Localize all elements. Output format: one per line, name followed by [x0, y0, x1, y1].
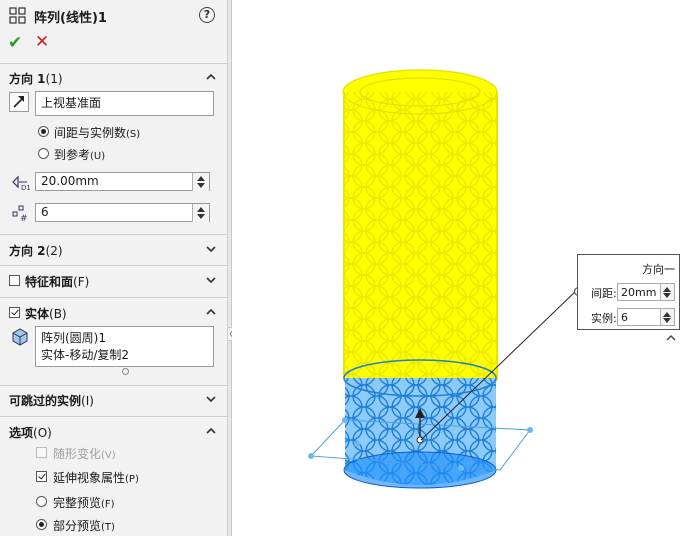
chevron-down-icon[interactable]: [206, 276, 216, 285]
radio-spacing-instances-label: 间距与实例数(S): [54, 126, 141, 140]
features-faces-title: 特征和面: [25, 275, 74, 289]
callout-title: 方向一: [642, 263, 675, 276]
direction1-header[interactable]: 方向 1(1): [9, 70, 63, 87]
linear-pattern-icon: [9, 7, 26, 24]
radio-full-preview-label: 完整预览(F): [53, 496, 115, 510]
spacing-value: 20.00mm: [41, 174, 99, 188]
divider: [0, 385, 228, 386]
reverse-direction-icon[interactable]: [9, 92, 29, 112]
spacing-icon: D1: [12, 175, 30, 192]
spacing-input[interactable]: 20.00mm: [35, 172, 210, 191]
propagate-visual-label: 延伸视象属性(P): [53, 471, 139, 485]
instances-input[interactable]: 6: [35, 203, 210, 222]
vary-sketch-checkbox[interactable]: [36, 447, 47, 458]
property-manager: 阵列(线性)1 ? ✔ ✕ 方向 1(1) 上视基准面 间距与实例数(S) 到参…: [0, 0, 228, 536]
bodies-title: 实体: [25, 307, 50, 321]
spacing-spinner[interactable]: [192, 173, 209, 191]
instances-spinner[interactable]: [192, 204, 209, 222]
propagate-visual-checkbox[interactable]: [36, 471, 47, 482]
divider: [0, 297, 228, 298]
ok-button[interactable]: ✔: [8, 33, 22, 53]
cancel-button[interactable]: ✕: [35, 32, 49, 52]
bodies-list[interactable]: 阵列(圆周)1 实体-移动/复制2: [35, 326, 214, 367]
direction1-reference-field[interactable]: 上视基准面: [35, 91, 214, 116]
radio-up-to-reference-label: 到参考(U): [54, 148, 106, 162]
radio-spacing-instances[interactable]: [38, 126, 49, 137]
divider: [0, 416, 228, 417]
skip-instances-title: 可跳过的实例: [9, 394, 82, 408]
skip-instances-accel: (I): [81, 394, 94, 408]
direction1-reference-value: 上视基准面: [41, 96, 102, 110]
pattern-preview-yellow: [342, 69, 498, 382]
bodies-accel: (B): [49, 307, 67, 321]
skip-instances-header[interactable]: 可跳过的实例(I): [9, 392, 94, 409]
options-title: 选项: [9, 426, 34, 440]
list-item[interactable]: 实体-移动/复制2: [41, 346, 129, 363]
radio-partial-preview[interactable]: [36, 519, 47, 530]
svg-text:D1: D1: [21, 184, 30, 192]
chevron-down-icon[interactable]: [206, 245, 216, 254]
direction2-header[interactable]: 方向 2(2): [9, 242, 63, 259]
divider: [0, 265, 228, 266]
direction1-accel: (1): [45, 72, 63, 86]
direction-callout: 方向一 间距: 20mm 实例: 6: [577, 254, 680, 330]
callout-count-value: 6: [621, 311, 628, 324]
callout-spacing-label: 间距:: [591, 287, 617, 300]
features-faces-accel: (F): [73, 275, 90, 289]
callout-spacing-value: 20mm: [621, 286, 657, 299]
radio-up-to-reference[interactable]: [38, 148, 49, 159]
options-header[interactable]: 选项(O): [9, 424, 52, 441]
chevron-down-icon[interactable]: [206, 395, 216, 404]
options-accel: (O): [33, 426, 52, 440]
chevron-up-icon[interactable]: [206, 308, 216, 317]
chevron-up-icon[interactable]: [206, 73, 216, 82]
callout-collapse-icon[interactable]: [666, 334, 676, 341]
vary-sketch-label: 随形变化(V): [53, 447, 116, 461]
divider: [0, 63, 228, 64]
features-faces-header[interactable]: 特征和面(F): [25, 273, 89, 290]
solid-body-icon: [12, 328, 28, 346]
divider: [0, 234, 228, 235]
bodies-checkbox[interactable]: [9, 307, 20, 318]
direction1-title: 方向 1: [9, 72, 46, 86]
list-item[interactable]: 阵列(圆周)1: [41, 329, 106, 346]
help-icon[interactable]: ?: [199, 7, 215, 23]
page-title: 阵列(线性)1: [34, 11, 107, 26]
features-faces-checkbox[interactable]: [9, 275, 20, 286]
callout-count-input[interactable]: 6: [617, 308, 675, 326]
callout-count-spinner[interactable]: [660, 309, 674, 325]
list-resize-handle[interactable]: [122, 368, 129, 375]
chevron-up-icon[interactable]: [206, 427, 216, 436]
direction2-accel: (2): [45, 244, 63, 258]
callout-spacing-spinner[interactable]: [660, 284, 674, 300]
instances-icon: #: [12, 205, 28, 223]
property-manager-header: 阵列(线性)1 ?: [0, 0, 228, 30]
svg-text:#: #: [20, 214, 28, 223]
radio-full-preview[interactable]: [36, 496, 47, 507]
bodies-header[interactable]: 实体(B): [25, 305, 67, 322]
instances-value: 6: [41, 205, 49, 219]
callout-spacing-input[interactable]: 20mm: [617, 283, 675, 301]
callout-count-label: 实例:: [591, 312, 617, 325]
direction2-title: 方向 2: [9, 244, 46, 258]
radio-partial-preview-label: 部分预览(T): [53, 519, 115, 533]
